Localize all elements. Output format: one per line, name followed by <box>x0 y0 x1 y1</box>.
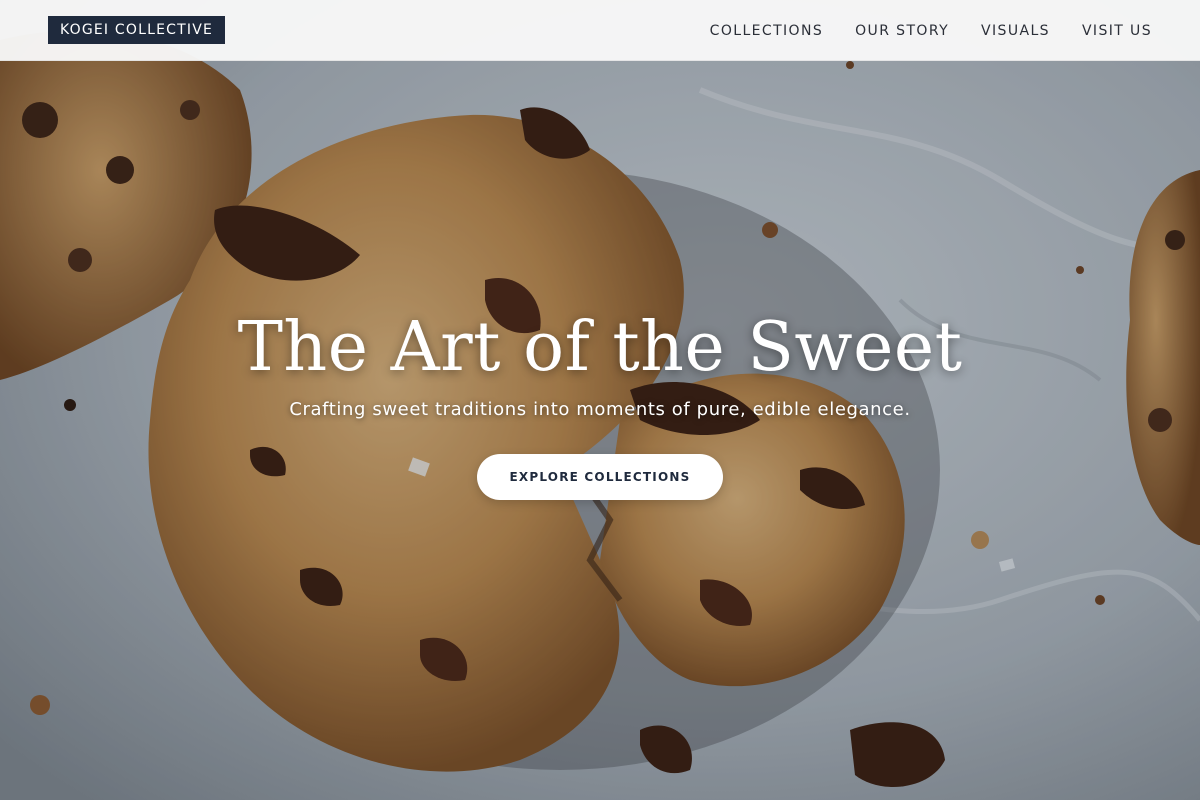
hero-section: The Art of the Sweet Crafting sweet trad… <box>0 300 1200 500</box>
nav-link-our-story[interactable]: OUR STORY <box>855 23 949 39</box>
nav-link-collections[interactable]: COLLECTIONS <box>710 23 823 39</box>
explore-collections-button[interactable]: EXPLORE COLLECTIONS <box>477 454 723 500</box>
main-nav: COLLECTIONS OUR STORY VISUALS VISIT US <box>710 0 1152 61</box>
site-header: KOGEI COLLECTIVE COLLECTIONS OUR STORY V… <box>0 0 1200 61</box>
logo[interactable]: KOGEI COLLECTIVE <box>48 16 226 44</box>
hero-subtitle: Crafting sweet traditions into moments o… <box>289 399 911 420</box>
landing-page: KOGEI COLLECTIVE COLLECTIONS OUR STORY V… <box>0 0 1200 800</box>
nav-link-visit-us[interactable]: VISIT US <box>1082 23 1152 39</box>
hero-title: The Art of the Sweet <box>237 308 963 387</box>
nav-link-visuals[interactable]: VISUALS <box>981 23 1050 39</box>
